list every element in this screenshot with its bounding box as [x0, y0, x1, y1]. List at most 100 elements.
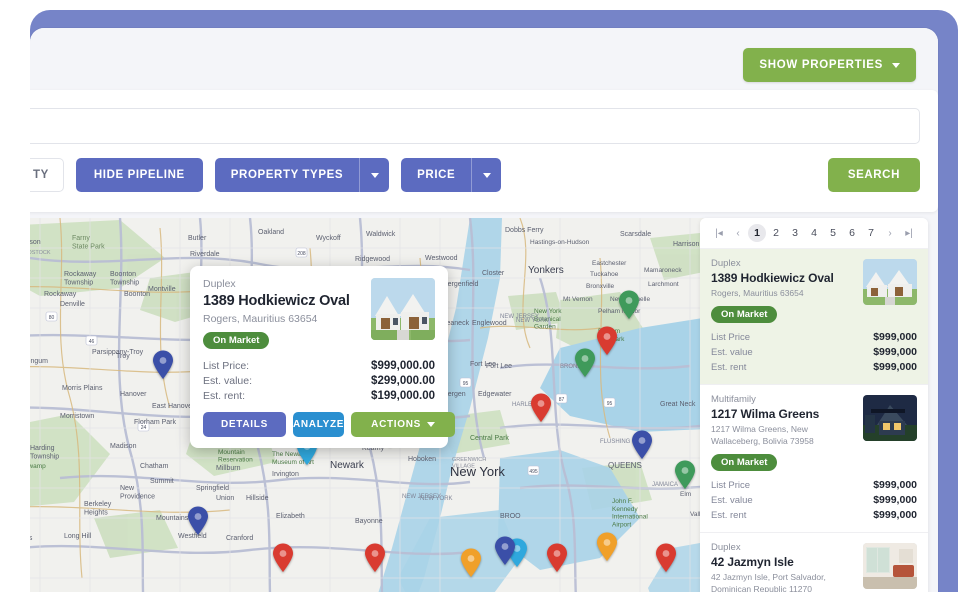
popup-price-rows: List Price: $999,000.00 Est. value: $299,00… [203, 358, 435, 403]
map-label: Boonton [124, 291, 150, 298]
listing-card-container: Duplex 1389 Hodkiewicz Oval Rogers, Maurit… [700, 249, 928, 592]
pagination-page-6[interactable]: 6 [843, 224, 861, 242]
map-label: Madison [110, 443, 137, 450]
pagination-last[interactable]: ▸| [900, 224, 918, 242]
map-pin-green-1[interactable] [618, 290, 640, 320]
popup-price-value: $199,000.00 [371, 389, 435, 402]
map-label: East Hanover [152, 403, 195, 410]
map-label: Rockaway Township [64, 271, 97, 286]
map-pin-blue-1[interactable] [152, 350, 174, 380]
listing-price-row: Est. value $999,000 [711, 492, 917, 507]
map-pin-green-3[interactable] [674, 460, 696, 490]
price-dropdown-toggle[interactable] [471, 158, 501, 192]
show-properties-button[interactable]: SHOW PROPERTIES [743, 48, 916, 82]
map-label: Scarsdale [620, 231, 651, 238]
listing-card[interactable]: Duplex 1389 Hodkiewicz Oval Rogers, Maurit… [700, 249, 928, 386]
popup-price-label: Est. rent: [203, 389, 246, 402]
map-pin-red-5[interactable] [364, 543, 386, 573]
map-label: Yonkers [528, 265, 564, 276]
map-pin-orange-2[interactable] [596, 532, 618, 562]
listing-price-row: Est. rent $999,000 [711, 359, 917, 374]
pagination-page-4[interactable]: 4 [805, 224, 823, 242]
map-label: Elm [680, 491, 691, 498]
property-popup-card[interactable]: Duplex 1389 Hodkiewicz Oval Rogers, Maur… [190, 266, 456, 448]
search-button[interactable]: SEARCH [827, 158, 920, 192]
map-pin-orange-3[interactable] [460, 548, 482, 578]
map-label: Bergenfield [443, 281, 479, 288]
hide-pipeline-button[interactable]: HIDE PIPELINE [75, 158, 203, 192]
map-label: Hillside [246, 495, 269, 502]
chevron-down-icon [370, 172, 379, 178]
listing-price-value: $999,000 [873, 360, 917, 373]
details-button[interactable]: DETAILS [203, 412, 286, 437]
map-pin-red-1[interactable] [272, 543, 294, 573]
pagination-prev[interactable]: ‹ [729, 224, 747, 242]
popup-price-row: Est. value: $299,000.00 [203, 373, 435, 388]
map-label: WOODSTOCK [30, 250, 51, 256]
map-label: Florham Park [134, 419, 177, 426]
pagination-page-5[interactable]: 5 [824, 224, 842, 242]
price-button[interactable]: PRICE [401, 158, 471, 192]
svg-text:80: 80 [49, 315, 55, 321]
map-label: QUEENS [608, 461, 642, 470]
chevron-down-icon [427, 422, 436, 427]
filter-button-row: TY HIDE PIPELINE PROPERTY TYPES PRICE SEARCH [30, 158, 920, 194]
property-types-dropdown-toggle[interactable] [359, 158, 389, 192]
listing-card[interactable]: Duplex 42 Jazmyn Isle 42 Jazmyn Isle, Port… [700, 533, 928, 592]
pagination-page-7[interactable]: 7 [862, 224, 880, 242]
listing-price-value: $999,000 [873, 330, 917, 343]
map-pin-red-4[interactable] [546, 543, 568, 573]
chevron-down-icon [482, 172, 491, 178]
property-types-split-button[interactable]: PROPERTY TYPES [214, 158, 390, 192]
map-pin-red-6[interactable] [655, 543, 677, 573]
map-pin-red-3[interactable] [530, 393, 552, 423]
map-label: Mamaroneck [644, 267, 682, 274]
property-map[interactable]: 80 46 24 10 [30, 218, 728, 592]
map-pin-blue-2[interactable] [187, 506, 209, 536]
map-pin-green-2[interactable] [574, 348, 596, 378]
popup-price-row: List Price: $999,000.00 [203, 358, 435, 373]
listing-price-row: Est. rent $999,000 [711, 507, 917, 522]
map-label: Boonton Township [110, 271, 139, 286]
listing-card[interactable]: Multifamily 1217 Wilma Greens 1217 Wilma G… [700, 385, 928, 534]
map-and-list-area: 80 46 24 10 [30, 218, 938, 592]
city-filter-button[interactable]: TY [30, 158, 64, 192]
svg-text:495: 495 [529, 469, 538, 475]
map-label: Shongum [30, 358, 48, 365]
map-label: Newark [330, 460, 365, 471]
map-label: Summit [150, 478, 174, 485]
map-pin-red-2[interactable] [596, 326, 618, 356]
map-label: Bayonne [355, 518, 383, 525]
map-label: Montville [148, 286, 176, 293]
map-label: Rockaway [44, 291, 77, 298]
pagination-next[interactable]: › [881, 224, 899, 242]
listing-property-address: Rogers, Mauritius 63654 [711, 288, 804, 298]
map-label: Mt Vernon [563, 296, 593, 303]
pagination-first[interactable]: |◂ [710, 224, 728, 242]
search-input[interactable] [30, 108, 920, 144]
pagination-page-1[interactable]: 1 [748, 224, 766, 242]
pagination-page-2[interactable]: 2 [767, 224, 785, 242]
actions-button[interactable]: ACTIONS [351, 412, 456, 437]
map-label: Hanover [120, 391, 147, 398]
popup-action-buttons: DETAILS ANALYZE ACTIONS [203, 412, 456, 437]
map-label: NEW YORK [420, 496, 453, 502]
listing-price-rows: List Price $999,000 Est. value $999,000 Est.… [711, 477, 917, 522]
popup-property-thumbnail [371, 278, 435, 340]
top-bar: SHOW PROPERTIES [30, 28, 938, 90]
analyze-button[interactable]: ANALYZE [292, 412, 345, 437]
listing-price-row: Est. value $999,000 [711, 344, 917, 359]
pagination-page-3[interactable]: 3 [786, 224, 804, 242]
property-types-button[interactable]: PROPERTY TYPES [215, 158, 359, 192]
map-pin-blue-3[interactable] [631, 430, 653, 460]
map-label: Butler [188, 235, 207, 242]
price-split-button[interactable]: PRICE [401, 158, 502, 192]
map-label: Eastchester [592, 260, 627, 267]
search-panel: TY HIDE PIPELINE PROPERTY TYPES PRICE SEARCH [30, 90, 938, 212]
pagination: |◂ ‹ 1 2 3 4 5 6 7 › ▸| [700, 218, 928, 249]
map-label: Larchmont [648, 281, 679, 288]
map-label: Oakland [258, 229, 284, 236]
map-label: Jefferson [30, 239, 41, 246]
map-label: Morris Plains [62, 385, 103, 392]
map-pin-blue-4[interactable] [494, 536, 516, 566]
